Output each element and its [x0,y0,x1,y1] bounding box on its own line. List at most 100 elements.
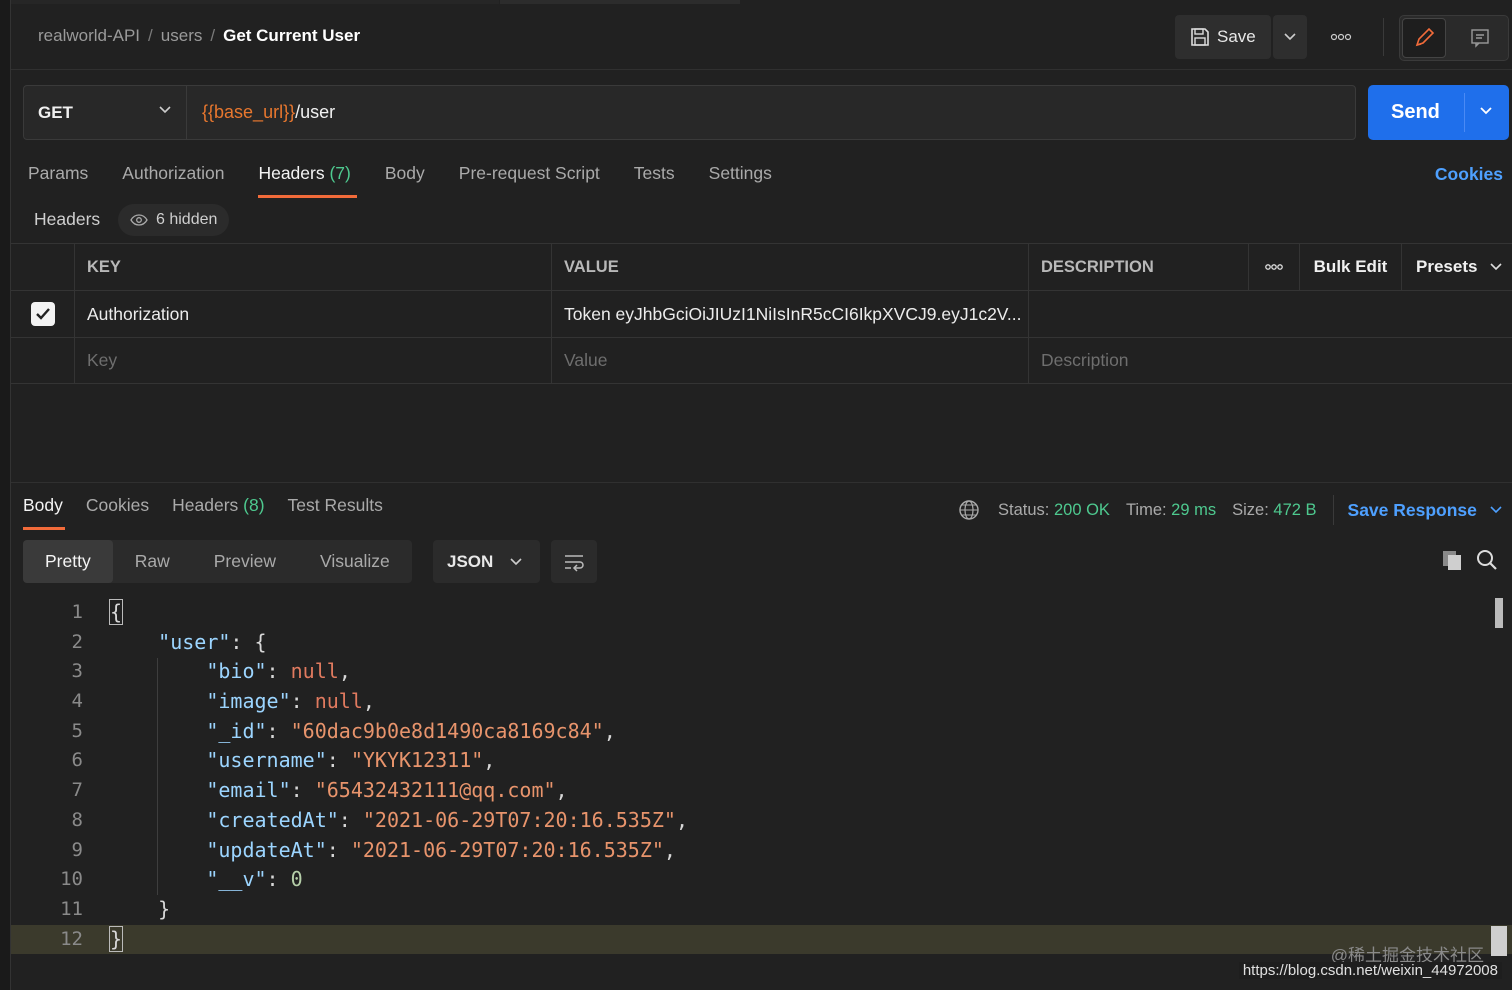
line-number: 11 [60,897,83,920]
request-tabs: Params Authorization Headers (7) Body Pr… [28,163,806,198]
response-tab-body[interactable]: Body [23,495,65,530]
globe-icon[interactable] [958,499,980,521]
code-line: 10 "__v": 0 [11,865,1512,895]
time-indicator[interactable]: Time: 29 ms [1126,501,1216,520]
save-options-dropdown[interactable] [1273,15,1307,59]
chevron-down-icon [510,557,522,565]
breadcrumb-folder[interactable]: users [161,26,203,45]
documentation-button[interactable] [1458,18,1502,58]
copy-icon[interactable] [1440,548,1464,572]
line-number: 1 [71,601,83,623]
save-label: Save [1217,27,1256,46]
code-line: 4 "image": null, [11,687,1512,717]
url-path: /user [295,102,336,122]
header-description-input[interactable] [1029,291,1248,337]
edit-mode-button[interactable] [1402,18,1446,58]
tab-settings[interactable]: Settings [709,163,772,198]
view-raw[interactable]: Raw [113,540,192,583]
breadcrumb-collection[interactable]: realworld-API [38,26,140,45]
chevron-down-icon [1490,506,1502,514]
search-icon[interactable] [1475,548,1499,572]
check-icon [35,308,50,320]
editor-scrollbar-thumb[interactable] [1491,926,1507,956]
time-label: Time: [1125,500,1167,519]
wrap-lines-button[interactable] [551,540,597,583]
view-preview[interactable]: Preview [192,540,298,583]
json-value: "2021-06-29T07:20:16.535Z" [362,807,676,832]
new-value-input[interactable]: Value [552,338,1029,383]
tab-label: Headers [172,495,239,515]
line-number: 7 [71,779,83,802]
response-tab-headers[interactable]: Headers (8) [172,495,264,530]
source-url: https://blog.csdn.net/weixin_44972008 [1238,962,1502,979]
new-description-input[interactable]: Description [1029,338,1248,383]
code-text: "bio": null, [206,659,351,684]
new-key-input[interactable]: Key [75,338,552,383]
presets-dropdown[interactable]: Presets [1402,244,1512,290]
method-select[interactable]: GET [24,86,187,139]
send-button[interactable]: Send [1368,85,1509,140]
column-options-button[interactable] [1248,244,1300,290]
tab-label: Authorization [122,163,225,183]
response-divider[interactable] [11,482,1512,483]
header-enabled-checkbox[interactable] [30,302,55,326]
url-input[interactable]: {{base_url}}/user [202,102,335,123]
code-text: "email": "65432432111@qq.com", [206,778,568,803]
cookies-link[interactable]: Cookies [1435,164,1503,185]
code-text: "image": null, [206,689,375,714]
more-actions-button[interactable] [1323,15,1359,59]
json-value: "60dac9b0e8d1490ca8169c84" [290,718,604,743]
header-value-input[interactable]: Token eyJhbGciOiJIUzI1NiIsInR5cCI6IkpXVC… [552,291,1029,337]
bulk-edit-button[interactable]: Bulk Edit [1300,244,1402,290]
headers-table: KEY VALUE DESCRIPTION Bulk Edit Presets … [11,243,1512,384]
tab-params[interactable]: Params [28,163,88,198]
status-label: Status: [998,500,1050,519]
code-text: "username": "YKYK12311", [206,748,496,773]
pencil-icon [1415,27,1435,47]
chevron-down-icon [1490,263,1503,271]
line-number: 10 [60,868,83,891]
code-line: 6 "username": "YKYK12311", [11,746,1512,776]
save-button[interactable]: Save [1175,15,1271,59]
response-body-editor[interactable]: 1{ 2 "user": { 3 "bio": null, 4 "image":… [11,598,1512,955]
size-indicator[interactable]: Size: 472 B [1232,501,1316,520]
column-value: VALUE [552,244,1029,290]
tab-pre-request-script[interactable]: Pre-request Script [459,163,600,198]
editor-scrollbar[interactable] [1495,598,1503,628]
line-number: 3 [71,660,83,683]
json-key: "email" [206,778,291,803]
code-line: 8 "createdAt": "2021-06-29T07:20:16.535Z… [11,806,1512,836]
format-value: JSON [447,551,494,571]
tab-headers[interactable]: Headers (7) [258,163,358,198]
view-visualize[interactable]: Visualize [298,540,412,583]
tab-body[interactable]: Body [385,163,425,198]
json-key: "image" [206,689,291,714]
save-response-dropdown[interactable]: Save Response [1348,500,1503,521]
tab-authorization[interactable]: Authorization [122,163,224,198]
tab-label: Params [28,163,89,183]
view-pretty[interactable]: Pretty [23,540,113,583]
status-indicator[interactable]: Status: 200 OK [998,501,1110,520]
line-number: 8 [71,808,83,831]
response-tab-cookies[interactable]: Cookies [86,495,149,530]
response-meta: Status: 200 OK Time: 29 ms Size: 472 B S… [958,495,1503,525]
send-label: Send [1391,101,1440,123]
format-select[interactable]: JSON [433,540,540,583]
code-line: 1{ [11,598,1512,628]
code-line: 11 } [11,895,1512,925]
breadcrumb-request-name[interactable]: Get Current User [223,26,360,45]
hidden-headers-toggle[interactable]: 6 hidden [118,204,230,236]
tab-tests[interactable]: Tests [634,163,675,198]
column-description: DESCRIPTION [1041,257,1154,276]
response-tab-test-results[interactable]: Test Results [288,495,383,530]
tab-label: Test Results [287,495,383,515]
chevron-down-icon [1284,33,1296,41]
left-sidebar-edge [0,0,11,990]
url-variable: {{base_url}} [202,102,296,122]
header-key-input[interactable]: Authorization [75,291,552,337]
line-number: 6 [71,749,83,772]
line-number: 12 [60,927,83,950]
response-tabs: Body Cookies Headers (8) Test Results [23,495,406,530]
chevron-down-icon[interactable] [1478,105,1494,117]
tab-label: Settings [708,163,772,183]
